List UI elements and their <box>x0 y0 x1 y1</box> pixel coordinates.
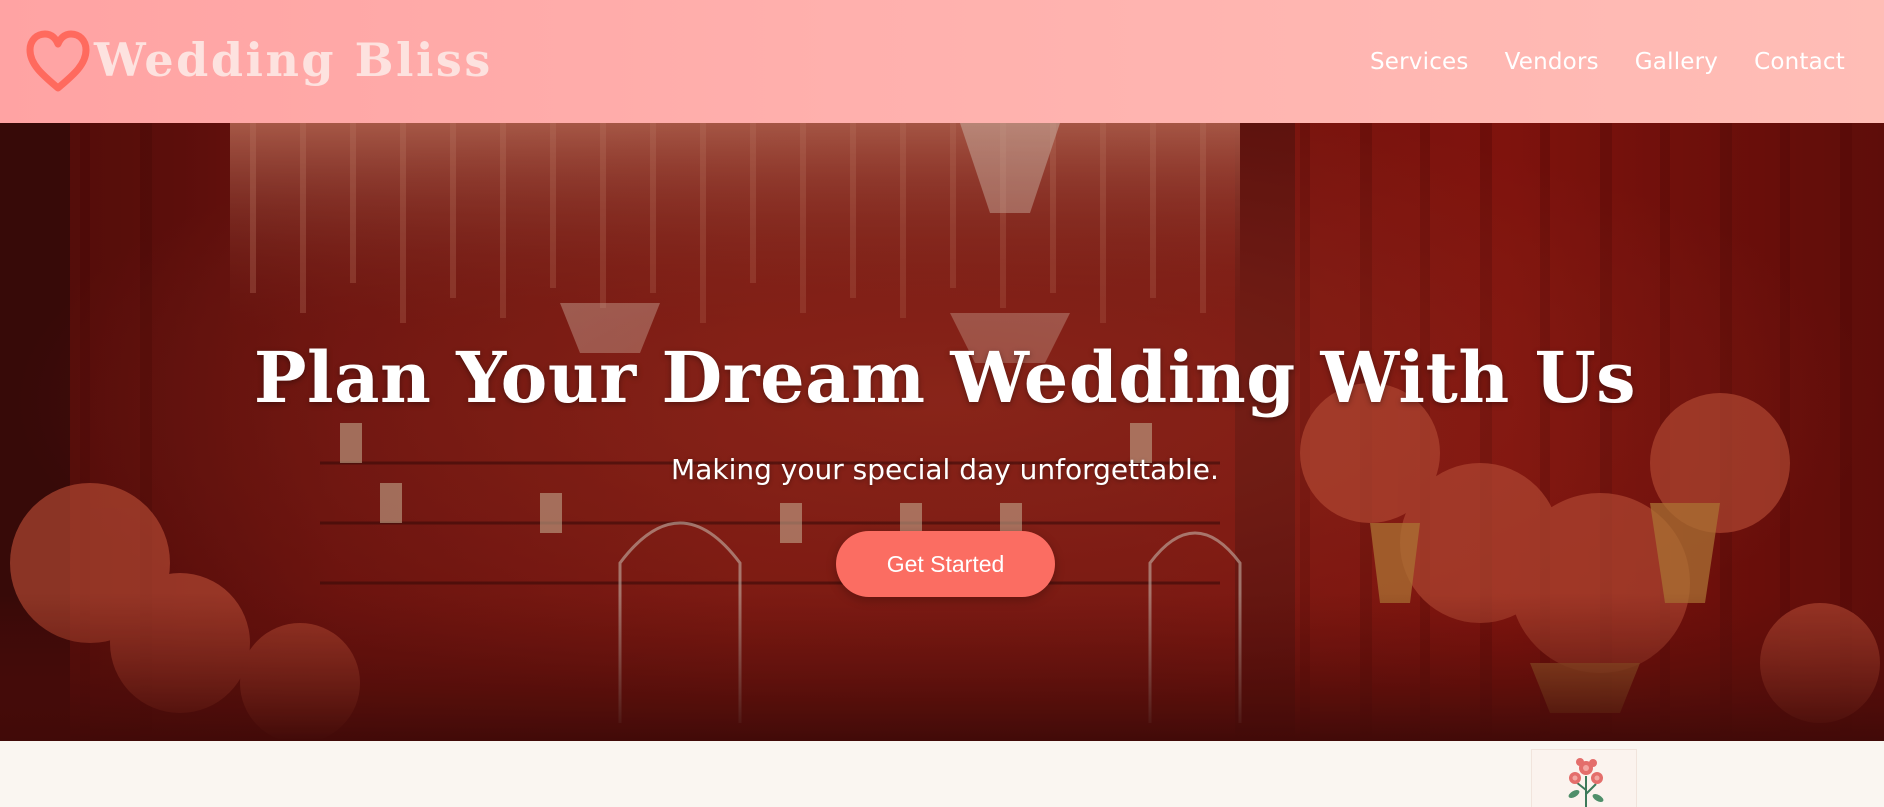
nav-link-contact[interactable]: Contact <box>1754 49 1845 75</box>
flower-bouquet-icon <box>1568 758 1604 807</box>
hero-section: Plan Your Dream Wedding With Us Making y… <box>0 123 1884 741</box>
site-header: Wedding Bliss Services Vendors Gallery C… <box>0 0 1884 123</box>
main-nav: Services Vendors Gallery Contact <box>1370 49 1845 75</box>
brand[interactable]: Wedding Bliss <box>24 28 493 96</box>
get-started-button[interactable]: Get Started <box>836 531 1055 597</box>
hero-title: Plan Your Dream Wedding With Us <box>253 336 1637 419</box>
heart-icon <box>26 30 90 91</box>
nav-link-services[interactable]: Services <box>1370 49 1469 75</box>
brand-name: Wedding Bliss <box>94 32 493 87</box>
hero-subtitle: Making your special day unforgettable. <box>671 453 1219 486</box>
nav-link-vendors[interactable]: Vendors <box>1505 49 1599 75</box>
hero-content: Plan Your Dream Wedding With Us Making y… <box>0 123 1884 741</box>
next-section <box>0 741 1884 807</box>
flower-card <box>1531 749 1637 807</box>
nav-link-gallery[interactable]: Gallery <box>1635 49 1718 75</box>
